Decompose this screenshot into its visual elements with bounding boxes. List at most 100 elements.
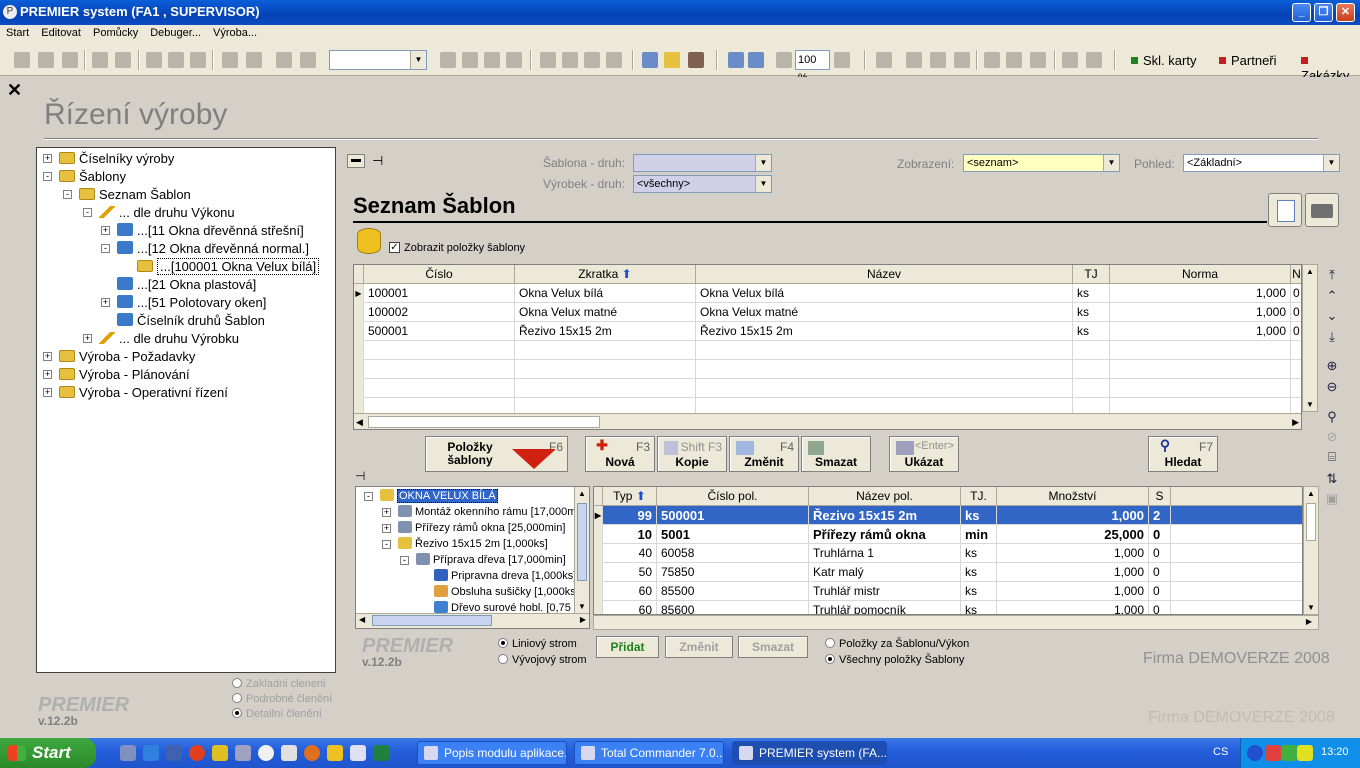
col-cislo-pol[interactable]: Číslo pol. (657, 487, 809, 506)
pridat-button[interactable]: Přidat (596, 636, 659, 658)
hledat-button[interactable]: ⚲ F7 Hledat (1148, 436, 1218, 472)
new-icon[interactable] (14, 52, 30, 68)
col-zkratka[interactable]: Zkratka ⬆ (515, 265, 696, 284)
minimize-panel-icon[interactable]: ▬ (347, 154, 365, 168)
collapse-icon[interactable]: - (400, 556, 409, 565)
navigation-tree[interactable]: + Číselníky výroby - Šablony - Seznam Šablon -… (36, 147, 336, 673)
radio-vsechny-polozky[interactable]: Všechny položky Šablony (825, 654, 964, 666)
redo-icon[interactable] (246, 52, 262, 68)
maximize-button[interactable]: ❐ (1314, 3, 1333, 22)
language-indicator[interactable]: CS (1213, 746, 1228, 758)
table-row[interactable] (354, 379, 1301, 398)
col-tj-pol[interactable]: TJ. (961, 487, 997, 506)
spellcheck-icon[interactable] (300, 52, 316, 68)
zmenit-item-button[interactable]: Změnit (665, 636, 733, 658)
next-page-icon[interactable]: ⌄ (1323, 307, 1341, 325)
items-tree-vscroll[interactable]: ▲ ▼ (574, 487, 589, 613)
pohled-select[interactable]: <Základní> ▼ (1183, 154, 1340, 172)
table-row[interactable]: 60 85600 Truhlář pomocník ks 1,000 0 (594, 601, 1302, 614)
tools-icon[interactable] (606, 52, 622, 68)
items-hscroll[interactable]: ▶ (593, 615, 1319, 630)
col-s[interactable]: S (1149, 487, 1171, 506)
table-row[interactable]: ▶ 99 500001 Řezivo 15x15 2m ks 1,000 2 (594, 506, 1302, 525)
close-icon[interactable]: ✕ (7, 80, 22, 101)
prev-page-icon[interactable]: ⌃ (1323, 287, 1341, 305)
ukazat-button[interactable]: <Enter> Ukázat (889, 436, 959, 472)
undo-icon[interactable] (222, 52, 238, 68)
tool-icon-14[interactable] (1030, 52, 1046, 68)
print-preview-icon[interactable] (115, 52, 131, 68)
zoom-out-icon[interactable]: ⊖ (1323, 378, 1341, 396)
expand-icon[interactable]: + (382, 524, 391, 533)
export-icon[interactable] (1268, 193, 1302, 227)
tool-icon-2[interactable] (462, 52, 478, 68)
tool-icon-5[interactable] (540, 52, 556, 68)
table-row[interactable]: 100002 Okna Velux matné Okna Velux matné ks… (354, 303, 1301, 322)
tray-icon-3[interactable] (1297, 745, 1313, 761)
pin-icon[interactable]: ⊣ (372, 153, 383, 169)
tool-icon-7[interactable] (584, 52, 600, 68)
polozky-sablony-button[interactable]: Položky šablony F6 (425, 436, 568, 472)
tool-icon-12[interactable] (984, 52, 1000, 68)
expand-icon[interactable]: + (43, 370, 52, 379)
zmenit-button[interactable]: F4 Změnit (729, 436, 799, 472)
task-premier-system[interactable]: PREMIER system (FA... (732, 741, 887, 765)
expand-icon[interactable]: + (43, 352, 52, 361)
menu-pomucky[interactable]: Pomůcky (87, 25, 144, 41)
link-skl-karty[interactable]: Skl. karty (1131, 53, 1196, 68)
last-record-icon[interactable]: ⤓ (1323, 328, 1341, 346)
tray-expand-icon[interactable] (1247, 745, 1263, 761)
table-row[interactable] (354, 341, 1301, 360)
smazat-button[interactable]: Smazat (801, 436, 871, 472)
sort-icon[interactable]: ⇅ (1323, 470, 1341, 488)
table-row[interactable]: 60 85500 Truhlář mistr ks 1,000 0 (594, 582, 1302, 601)
tray-icon-2[interactable] (1281, 745, 1297, 761)
filter-icon[interactable]: ⌸ (1323, 448, 1341, 466)
zobrazeni-select[interactable]: <seznam> ▼ (963, 154, 1120, 172)
collapse-icon[interactable]: - (43, 172, 52, 181)
tool-icon-9[interactable] (906, 52, 922, 68)
tool-icon-15[interactable] (1062, 52, 1078, 68)
expand-icon[interactable]: + (101, 298, 110, 307)
table-row[interactable]: 40 60058 Truhlárna 1 ks 1,000 0 (594, 544, 1302, 563)
users-icon[interactable] (688, 52, 704, 68)
tool-icon-16[interactable] (1086, 52, 1102, 68)
printer-icon[interactable] (1305, 193, 1339, 227)
col-mnozstvi[interactable]: Množství (997, 487, 1149, 506)
sablona-druh-select[interactable]: ▼ (633, 154, 772, 172)
paste-icon[interactable] (190, 52, 206, 68)
table-row[interactable]: 500001 Řezivo 15x15 2m Řezivo 15x15 2m ks 1,… (354, 322, 1301, 341)
smazat-item-button[interactable]: Smazat (738, 636, 808, 658)
view-icon-2[interactable] (748, 52, 764, 68)
folder-icon[interactable] (664, 52, 680, 68)
col-nazev[interactable]: Název (696, 265, 1073, 284)
expand-icon[interactable]: + (43, 154, 52, 163)
collapse-icon[interactable]: - (364, 492, 373, 501)
search-person-icon[interactable]: ⚲ (1323, 408, 1341, 426)
ie-icon[interactable] (143, 745, 159, 761)
scroll-thumb[interactable] (368, 416, 600, 428)
table-row[interactable]: 10 5001 Přířezy rámů okna min 25,000 0 (594, 525, 1302, 544)
table-row[interactable]: 50 75850 Katr malý ks 1,000 0 (594, 563, 1302, 582)
copy-icon[interactable] (168, 52, 184, 68)
minimize-button[interactable]: _ (1292, 3, 1311, 22)
collapse-icon[interactable]: - (83, 208, 92, 217)
tool-icon-10[interactable] (930, 52, 946, 68)
pin-icon[interactable]: ⊣ (355, 469, 365, 483)
task-popis-modulu[interactable]: Popis modulu aplikace... (417, 741, 567, 765)
expand-icon[interactable]: + (43, 388, 52, 397)
items-tree-hscroll[interactable]: ◀ ▶ (356, 613, 589, 628)
table-row[interactable]: ▶ 100001 Okna Velux bílá Okna Velux bílá ks 1… (354, 284, 1301, 303)
close-window-button[interactable]: ✕ (1336, 3, 1355, 22)
quicklaunch-icon-4[interactable] (189, 745, 205, 761)
tool-icon-6[interactable] (562, 52, 578, 68)
exclamation-icon[interactable] (276, 52, 292, 68)
expand-icon[interactable]: + (382, 508, 391, 517)
radio-liniovy-strom[interactable]: Liniový strom (498, 638, 577, 650)
quicklaunch-icon-7[interactable] (258, 745, 274, 761)
col-typ[interactable]: Typ ⬆ (603, 487, 657, 506)
quicklaunch-icon-11[interactable] (350, 745, 366, 761)
tray-icon-1[interactable] (1265, 745, 1281, 761)
save-icon[interactable] (62, 52, 78, 68)
quicklaunch-icon-10[interactable] (327, 745, 343, 761)
